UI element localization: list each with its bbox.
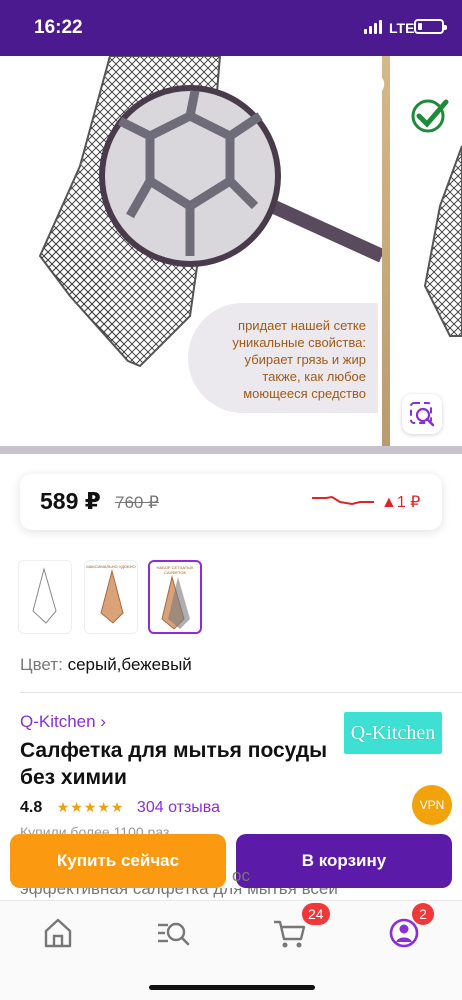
cart-count-badge: 24: [302, 903, 330, 925]
rating-value: 4.8: [20, 799, 43, 816]
image-search-button[interactable]: [402, 394, 442, 434]
divider: [20, 692, 462, 693]
rating-stars: ★★★★★: [56, 799, 125, 815]
color-value: серый,бежевый: [67, 655, 192, 674]
thumb-image: [161, 575, 190, 630]
color-label: Цвет:: [20, 655, 63, 674]
price-card[interactable]: 589 ₽ 760 ₽ ▲1 ₽: [20, 474, 442, 530]
slide-divider: [382, 56, 390, 454]
product-gallery[interactable]: придает нашей сетке уникальные свойства:…: [0, 56, 462, 454]
status-bar: 16:22 LTE: [0, 0, 462, 56]
checkmark-icon: [411, 99, 449, 133]
variant-thumb-beige[interactable]: МАКСИМАЛЬНО УДОБНО: [84, 560, 138, 634]
color-selection: Цвет: серый,бежевый: [20, 655, 192, 675]
product-description: эффективная салфетка для мытья всей: [20, 888, 420, 900]
tab-profile[interactable]: 2: [384, 903, 434, 953]
variant-thumb-set[interactable]: НАБОР СЕТЧАТЫХ САЛФЕТОК: [148, 560, 202, 634]
buy-now-button[interactable]: Купить сейчас: [10, 834, 226, 888]
tab-cart[interactable]: 24: [270, 903, 330, 953]
thumb-image: [100, 569, 124, 624]
battery-icon: [414, 19, 447, 34]
brand-link[interactable]: Q-Kitchen ›: [20, 712, 106, 732]
description-fragment: ос: [232, 866, 250, 885]
thumb-caption: НАБОР СЕТЧАТЫХ САЛФЕТОК: [156, 565, 194, 575]
tab-home[interactable]: [38, 913, 78, 953]
price-change: ▲1 ₽: [381, 494, 421, 511]
home-indicator[interactable]: [149, 985, 315, 990]
gallery-bottom-edge: [0, 446, 462, 454]
profile-count-badge: 2: [412, 903, 434, 925]
tab-catalog[interactable]: [153, 913, 193, 953]
home-icon: [44, 918, 72, 948]
variant-thumb-grey[interactable]: [18, 560, 72, 634]
reviews-link[interactable]: 304 отзыва: [137, 799, 220, 816]
promo-callout: придает нашей сетке уникальные свойства:…: [188, 303, 378, 413]
catalog-search-icon: [158, 922, 190, 946]
gallery-slide-current[interactable]: придает нашей сетке уникальные свойства:…: [0, 56, 382, 446]
product-title: Салфетка для мытья посуды без химии: [20, 739, 328, 789]
back-icon[interactable]: [18, 76, 46, 110]
image-search-icon: [410, 402, 435, 427]
brand-logo[interactable]: Q-Kitchen: [344, 712, 442, 754]
network-type: LTE: [389, 20, 415, 36]
signal-icon: [364, 20, 384, 34]
favorite-heart-icon[interactable]: [352, 74, 386, 106]
vpn-badge[interactable]: VPN: [412, 785, 452, 825]
old-price: 760 ₽: [115, 493, 159, 512]
thumb-image: [32, 567, 57, 624]
current-price: 589 ₽: [40, 488, 101, 514]
status-time: 16:22: [34, 17, 83, 38]
price-trend-sparkline: [312, 495, 374, 506]
add-to-cart-button[interactable]: В корзину: [236, 834, 452, 888]
description-text: эффективная салфетка для мытья всей: [20, 888, 338, 898]
rating-row[interactable]: 4.8 ★★★★★ 304 отзыва: [20, 799, 220, 817]
